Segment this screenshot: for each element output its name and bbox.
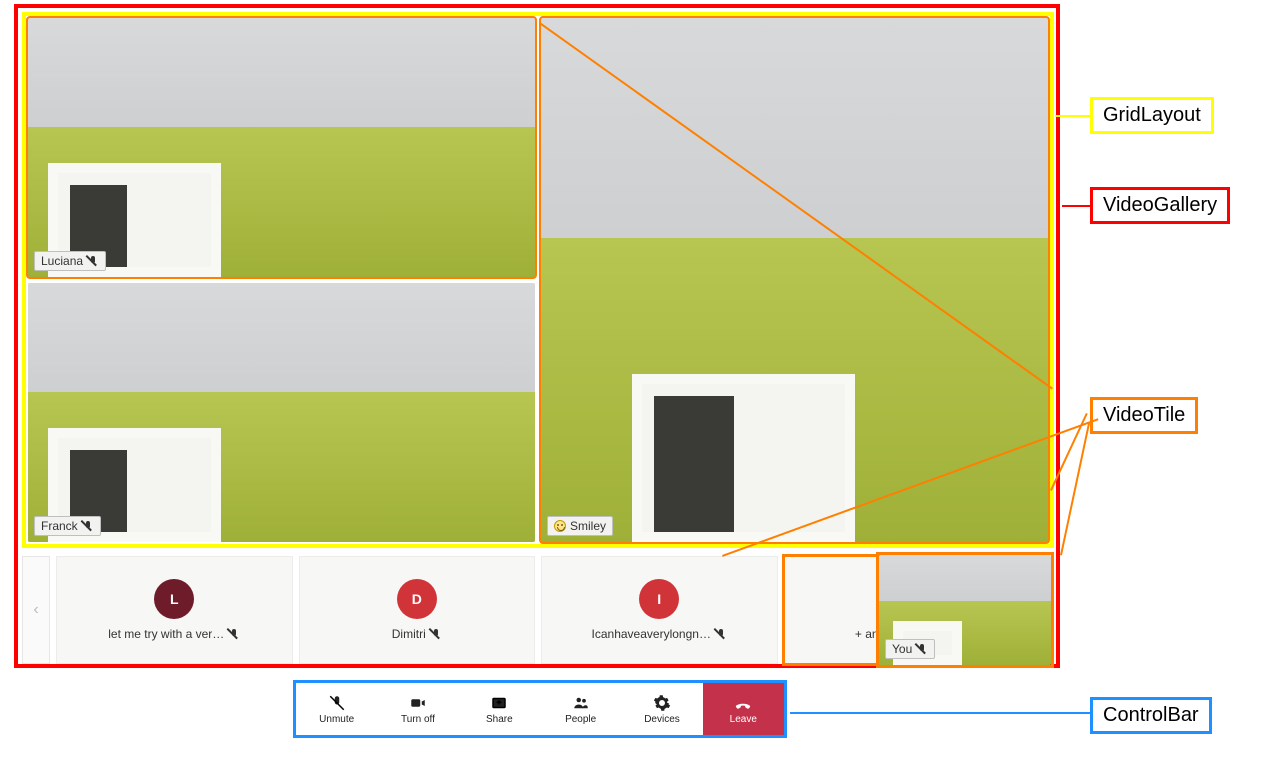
mic-off-icon xyxy=(715,628,727,640)
smiley-icon xyxy=(554,520,566,532)
chevron-left-icon: ‹ xyxy=(33,601,38,619)
control-bar: Unmute Turn off Share People Devices Lea… xyxy=(293,680,787,738)
video-tile-smiley[interactable]: Smiley xyxy=(541,18,1048,542)
participant-name-chip: Luciana xyxy=(34,251,106,271)
annotation-label-controlbar: ControlBar xyxy=(1090,697,1212,734)
people-icon xyxy=(572,694,590,712)
gallery-prev-button[interactable]: ‹ xyxy=(22,556,50,664)
devices-button[interactable]: Devices xyxy=(621,683,702,735)
annotation-connector xyxy=(1060,423,1090,555)
annotation-connector xyxy=(1062,205,1090,207)
control-label: People xyxy=(565,714,596,725)
mic-off-icon xyxy=(228,628,240,640)
video-tile-franck[interactable]: Franck xyxy=(28,283,535,542)
participant-name: Luciana xyxy=(41,254,83,268)
mic-off-icon xyxy=(82,520,94,532)
camera-icon xyxy=(409,694,427,712)
video-bg-ceiling xyxy=(879,555,1051,601)
leave-button[interactable]: Leave xyxy=(703,683,784,735)
grid-inner: Luciana Smiley Franck xyxy=(26,16,1050,544)
annotation-label-gridlayout: GridLayout xyxy=(1090,97,1214,134)
mic-off-icon xyxy=(916,643,928,655)
avatar: I xyxy=(639,579,679,619)
gallery-tile-name: Icanhaveaverylongn… xyxy=(592,627,711,641)
annotation-text: VideoTile xyxy=(1103,404,1185,426)
camera-toggle-button[interactable]: Turn off xyxy=(377,683,458,735)
participant-name-chip: Smiley xyxy=(547,516,613,536)
control-label: Unmute xyxy=(319,714,354,725)
video-tile-luciana[interactable]: Luciana xyxy=(28,18,535,277)
annotation-connector xyxy=(790,712,1090,714)
mic-off-icon xyxy=(87,255,99,267)
mic-off-icon xyxy=(430,628,442,640)
grid-layout: Luciana Smiley Franck xyxy=(22,12,1054,548)
gallery-tile[interactable]: I Icanhaveaverylongn… xyxy=(541,556,778,664)
video-bg-door xyxy=(632,374,855,542)
participant-name-chip: You xyxy=(885,639,935,659)
gear-icon xyxy=(653,694,671,712)
gallery-tile-label: Dimitri xyxy=(392,627,442,641)
unmute-button[interactable]: Unmute xyxy=(296,683,377,735)
annotation-connector xyxy=(1055,115,1090,117)
control-label: Devices xyxy=(644,714,680,725)
annotation-label-videogallery: VideoGallery xyxy=(1090,187,1230,224)
gallery-tile-label: Icanhaveaverylongn… xyxy=(592,627,727,641)
participant-name-chip: Franck xyxy=(34,516,101,536)
hangup-icon xyxy=(734,694,752,712)
mic-off-icon xyxy=(328,694,346,712)
control-label: Turn off xyxy=(401,714,435,725)
participant-name: Franck xyxy=(41,519,78,533)
participant-name: Smiley xyxy=(570,519,606,533)
video-gallery: Luciana Smiley Franck xyxy=(14,4,1060,668)
participant-name: You xyxy=(892,642,912,656)
annotation-text: ControlBar xyxy=(1103,704,1199,726)
avatar: L xyxy=(154,579,194,619)
annotation-text: GridLayout xyxy=(1103,104,1201,126)
annotation-text: VideoGallery xyxy=(1103,194,1217,216)
video-bg-ceiling xyxy=(28,18,535,127)
control-label: Share xyxy=(486,714,513,725)
video-tile-self: You xyxy=(879,555,1051,665)
gallery-tile-name: Dimitri xyxy=(392,627,426,641)
video-bg-ceiling xyxy=(28,283,535,392)
self-view-tile[interactable]: You xyxy=(878,554,1052,666)
gallery-tile[interactable]: L let me try with a ver… xyxy=(56,556,293,664)
people-button[interactable]: People xyxy=(540,683,621,735)
avatar: D xyxy=(397,579,437,619)
gallery-tile[interactable]: D Dimitri xyxy=(299,556,536,664)
gallery-tile-name: let me try with a ver… xyxy=(108,627,224,641)
share-icon xyxy=(490,694,508,712)
gallery-tile-label: let me try with a ver… xyxy=(108,627,240,641)
video-bg-ceiling xyxy=(541,18,1048,238)
control-label: Leave xyxy=(730,714,757,725)
annotation-label-videotile: VideoTile xyxy=(1090,397,1198,434)
share-button[interactable]: Share xyxy=(459,683,540,735)
